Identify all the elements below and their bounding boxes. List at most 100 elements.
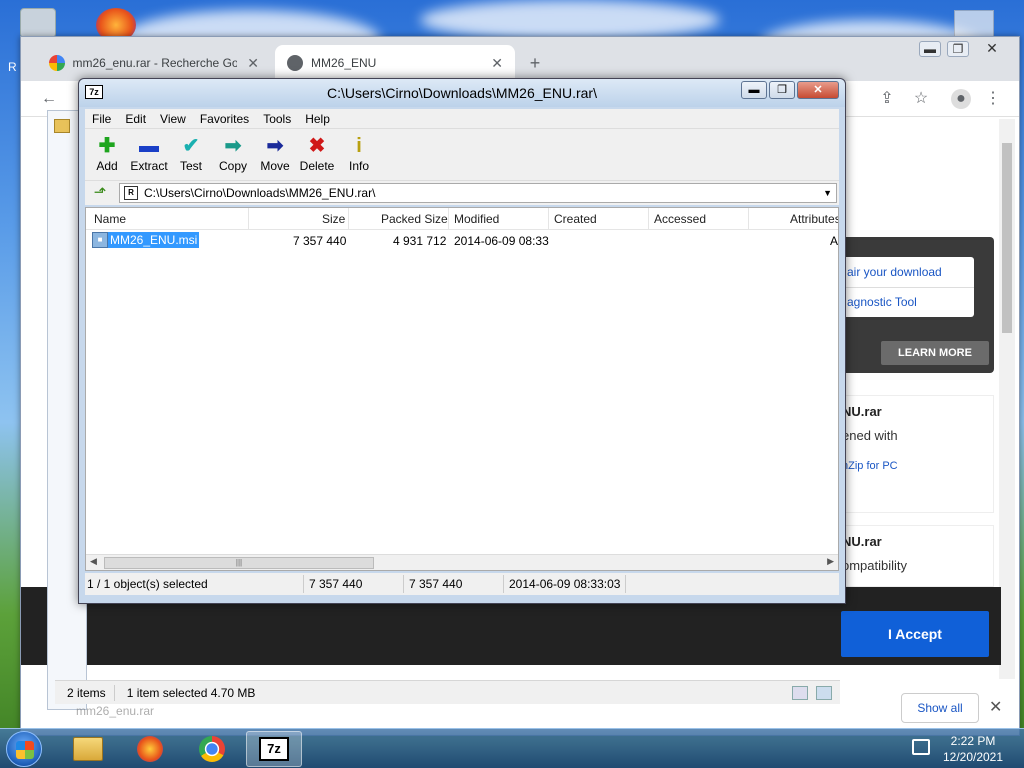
extract-icon: ▬	[139, 135, 159, 157]
extract-button[interactable]: ▬ Extract	[127, 133, 171, 173]
maximize-icon[interactable]: ❐	[947, 41, 969, 57]
accept-button[interactable]: I Accept	[841, 611, 989, 657]
table-row[interactable]: ■ MM26_ENU.msi 7 357 440 4 931 712 2014-…	[86, 232, 838, 250]
ad-panel: air your download agnostic Tool LEARN MO…	[841, 237, 994, 373]
card-subtitle: ened with	[842, 428, 898, 443]
column-name[interactable]: Name	[94, 212, 126, 226]
taskbar-7zip[interactable]: 7z	[246, 731, 302, 767]
menu-dots-icon[interactable]: ⋮	[983, 89, 1003, 109]
page-scrollbar[interactable]	[999, 119, 1015, 679]
copy-button[interactable]: ➡ Copy	[211, 133, 255, 173]
tiles-view-icon[interactable]	[816, 685, 832, 700]
clock-date: 12/20/2021	[942, 750, 1004, 764]
tab-mm26-enu[interactable]: MM26_ENU ✕	[275, 45, 515, 81]
test-label: Test	[179, 159, 202, 173]
status-selected: 1 / 1 object(s) selected	[87, 577, 208, 591]
minimize-icon[interactable]: ▬	[741, 81, 767, 99]
file-modified: 2014-06-09 08:33	[454, 234, 549, 248]
back-icon[interactable]: ←	[39, 89, 59, 109]
file-attributes: A	[830, 234, 839, 248]
column-attributes[interactable]: Attributes	[790, 212, 838, 226]
cloud	[420, 0, 720, 40]
delete-button[interactable]: ✖ Delete	[295, 133, 339, 173]
horizontal-scrollbar[interactable]: ◀ ||| ▶	[86, 554, 838, 570]
taskbar-chrome[interactable]	[184, 731, 240, 767]
list-header: Name Size Packed Size Modified Created A…	[86, 208, 838, 230]
status-packed: 7 357 440	[409, 577, 463, 591]
address-field[interactable]: R C:\Users\Cirno\Downloads\MM26_ENU.rar\…	[119, 183, 837, 203]
tab-label: MM26_ENU	[311, 56, 377, 70]
menu-tools[interactable]: Tools	[256, 112, 298, 126]
info-card: NU.rar ened with nZip for PC	[841, 395, 994, 513]
move-button[interactable]: ➡ Move	[253, 133, 297, 173]
7zip-menubar: File Edit View Favorites Tools Help	[85, 109, 839, 129]
close-tab-icon[interactable]: ✕	[247, 55, 259, 72]
add-icon: ✚	[98, 135, 116, 157]
extract-label: Extract	[130, 159, 168, 173]
tab-label: mm26_enu.rar - Recherche Goog	[72, 56, 238, 70]
close-downloads-bar-icon[interactable]: ✕	[989, 697, 1002, 717]
menu-view[interactable]: View	[153, 112, 193, 126]
start-button[interactable]	[6, 731, 42, 767]
windows-logo-icon	[16, 741, 34, 759]
column-size[interactable]: Size	[322, 212, 345, 226]
recycle-bin-icon[interactable]	[20, 8, 56, 38]
show-all-downloads-button[interactable]: Show all	[901, 693, 979, 723]
menu-help[interactable]: Help	[298, 112, 337, 126]
chrome-tabstrip: mm26_enu.rar - Recherche Goog ✕ MM26_ENU…	[21, 37, 1019, 81]
scroll-thumb[interactable]: |||	[104, 557, 374, 569]
7zip-toolbar: ✚ Add ▬ Extract ✔ Test ➡ Copy ➡ Move ✖ D…	[85, 129, 839, 181]
learn-more-button[interactable]: LEARN MORE	[881, 341, 989, 365]
firefox-icon	[137, 736, 163, 762]
tab-google-search[interactable]: mm26_enu.rar - Recherche Goog ✕	[37, 45, 271, 81]
scroll-left-icon[interactable]: ◀	[90, 556, 97, 567]
menu-edit[interactable]: Edit	[118, 112, 153, 126]
info-card: NU.rar ompatibility	[841, 525, 994, 587]
status-item-count: 2 items	[67, 685, 106, 700]
ad-link-repair[interactable]: air your download	[847, 265, 942, 279]
close-icon[interactable]: ✕	[797, 81, 839, 99]
7zip-title: C:\Users\Cirno\Downloads\MM26_ENU.rar\	[327, 85, 597, 101]
chevron-down-icon[interactable]: ▼	[823, 184, 832, 202]
details-view-icon[interactable]	[792, 685, 808, 700]
new-tab-button[interactable]: +	[523, 51, 547, 75]
move-icon: ➡	[266, 135, 284, 157]
up-folder-icon[interactable]: ⬏	[91, 184, 109, 202]
column-accessed[interactable]: Accessed	[654, 212, 706, 226]
column-packed-size[interactable]: Packed Size	[381, 212, 448, 226]
globe-icon	[287, 55, 303, 71]
test-button[interactable]: ✔ Test	[169, 133, 213, 173]
clock-time: 2:22 PM	[950, 734, 996, 748]
file-name-cell[interactable]: ■ MM26_ENU.msi	[92, 232, 200, 248]
7zip-window: 7z C:\Users\Cirno\Downloads\MM26_ENU.rar…	[78, 78, 846, 604]
scroll-right-icon[interactable]: ▶	[827, 556, 834, 567]
profile-icon[interactable]: ●	[951, 89, 971, 109]
7zip-titlebar[interactable]: 7z C:\Users\Cirno\Downloads\MM26_ENU.rar…	[79, 79, 845, 107]
info-button[interactable]: i Info	[337, 133, 381, 173]
add-label: Add	[96, 159, 118, 173]
clock[interactable]: 2:22 PM 12/20/2021	[936, 733, 1010, 765]
7zip-status-bar: 1 / 1 object(s) selected 7 357 440 7 357…	[85, 573, 839, 595]
bookmark-star-icon[interactable]: ☆	[911, 89, 931, 109]
folder-icon	[54, 119, 70, 133]
network-icon[interactable]	[912, 739, 930, 755]
add-button[interactable]: ✚ Add	[85, 133, 129, 173]
card-subtitle: ompatibility	[842, 558, 908, 573]
taskbar-explorer[interactable]	[60, 731, 116, 767]
menu-file[interactable]: File	[85, 112, 118, 126]
menu-favorites[interactable]: Favorites	[193, 112, 256, 126]
share-icon[interactable]: ⇪	[877, 89, 897, 109]
column-modified[interactable]: Modified	[454, 212, 499, 226]
msi-file-icon: ■	[92, 232, 108, 248]
ad-link-tool[interactable]: agnostic Tool	[847, 295, 917, 309]
status-size: 7 357 440	[309, 577, 363, 591]
close-tab-icon[interactable]: ✕	[491, 55, 503, 72]
column-created[interactable]: Created	[554, 212, 597, 226]
7zip-file-list: Name Size Packed Size Modified Created A…	[85, 207, 839, 571]
card-link[interactable]: nZip for PC	[842, 460, 898, 472]
7zip-address-bar: ⬏ R C:\Users\Cirno\Downloads\MM26_ENU.ra…	[85, 181, 839, 205]
maximize-icon[interactable]: ❐	[769, 81, 795, 99]
close-window-icon[interactable]: ✕	[981, 41, 1003, 57]
taskbar-firefox[interactable]	[122, 731, 178, 767]
minimize-icon[interactable]: ▬	[919, 41, 941, 57]
